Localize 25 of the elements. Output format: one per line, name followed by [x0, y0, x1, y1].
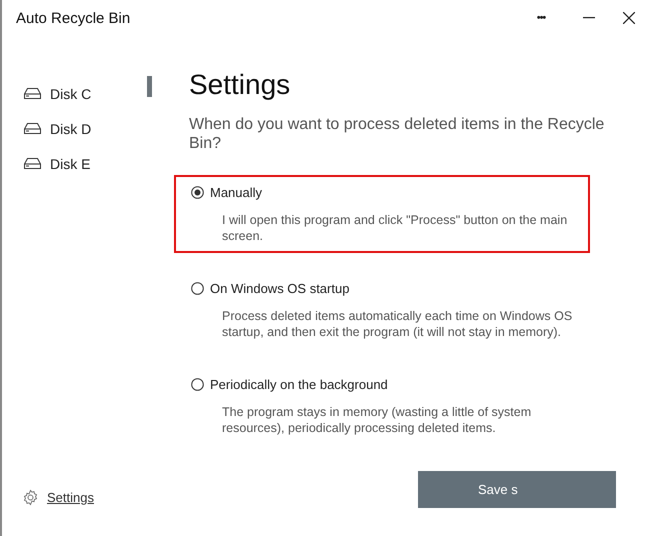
drive-icon: [24, 123, 41, 134]
drive-icon: [24, 88, 41, 99]
radio-button[interactable]: [191, 378, 204, 391]
save-button[interactable]: Save s: [418, 471, 616, 508]
window-title: Auto Recycle Bin: [16, 10, 132, 26]
more-button[interactable]: •••: [517, 0, 565, 36]
settings-link[interactable]: Settings: [47, 490, 94, 505]
question-text: When do you want to process deleted items in the Recycle Bin?: [189, 115, 606, 153]
minimize-icon[interactable]: [583, 17, 595, 19]
drive-icon: [24, 158, 41, 169]
settings-icon[interactable]: [22, 489, 39, 506]
sidebar-item[interactable]: Disk E: [2, 146, 172, 181]
sidebar-item[interactable]: Disk C: [2, 76, 172, 111]
scroll-thumb[interactable]: [147, 76, 152, 97]
option-description: The program stays in memory (wasting a little of system resources), periodically processing deleted items.: [222, 404, 532, 436]
radio-button[interactable]: [191, 186, 204, 199]
option-label[interactable]: On Windows OS startup: [210, 281, 350, 296]
sidebar-item[interactable]: Disk D: [2, 111, 172, 146]
option-label[interactable]: Periodically on the background: [210, 377, 388, 392]
page-title: Settings: [189, 69, 292, 101]
radio-button[interactable]: [191, 282, 204, 295]
option-label[interactable]: Manually: [210, 185, 262, 200]
close-icon[interactable]: [623, 12, 635, 24]
option-description: Process deleted items automatically each time on Windows OS startup, and then exit the program (it will not stay in memory).: [222, 308, 574, 340]
option-description: I will open this program and click "Process" button on the main screen.: [222, 212, 568, 244]
